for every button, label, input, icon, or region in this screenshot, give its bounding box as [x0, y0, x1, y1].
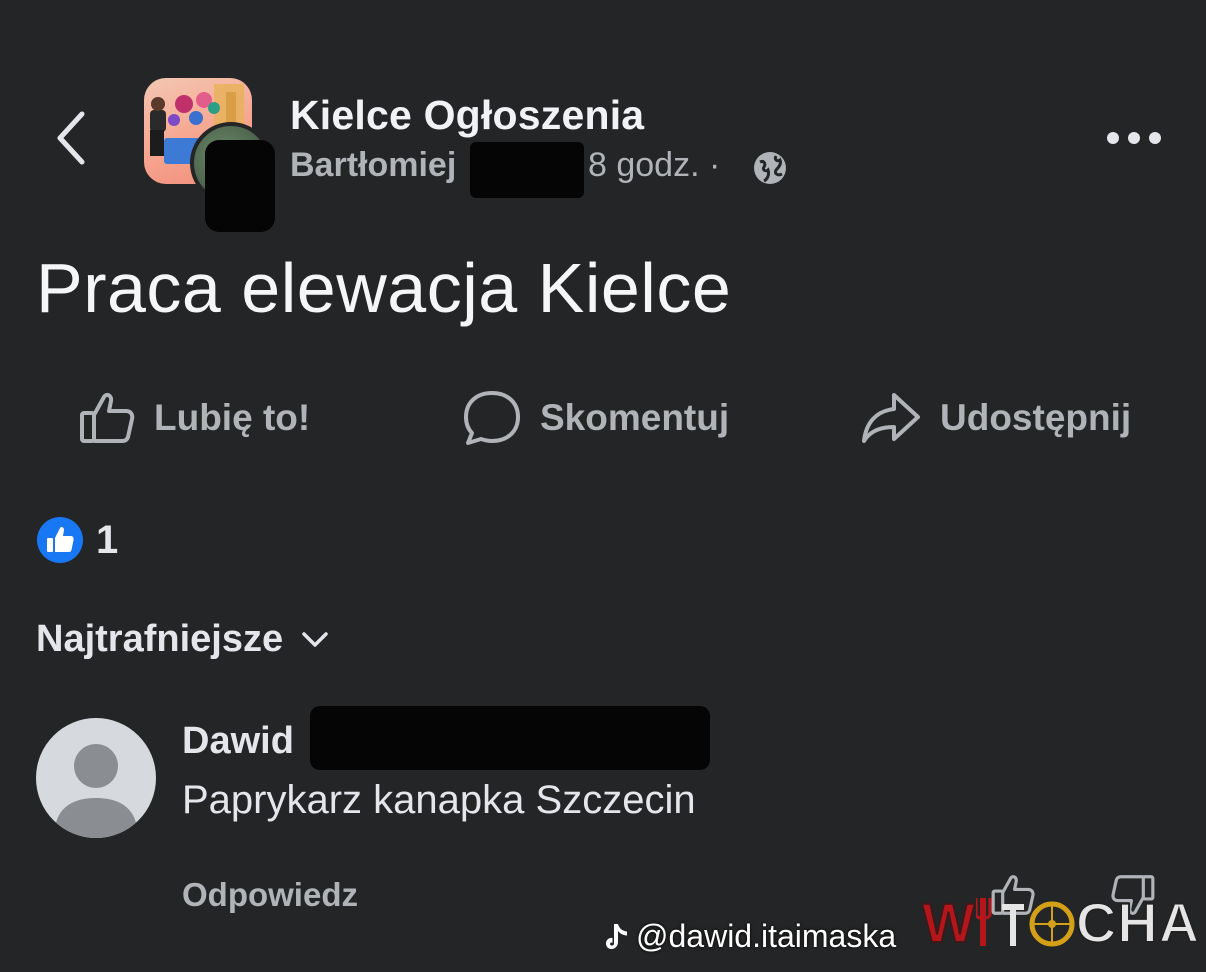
- commenter-name[interactable]: Dawid: [182, 720, 294, 763]
- redaction-block: [470, 142, 584, 198]
- post-author[interactable]: Bartłomiej: [290, 146, 456, 185]
- default-avatar-icon: [54, 744, 138, 838]
- redaction-block: [205, 140, 275, 232]
- like-button[interactable]: Lubię to!: [78, 388, 310, 448]
- comment-button[interactable]: Skomentuj: [462, 388, 729, 448]
- post-timestamp: 8 godz. ·: [588, 146, 721, 184]
- tiktok-watermark: @dawid.itaimaska: [604, 918, 896, 955]
- more-icon[interactable]: [1104, 124, 1164, 152]
- comment-label: Skomentuj: [540, 397, 730, 438]
- reply-button[interactable]: Odpowiedz: [182, 876, 358, 914]
- like-reaction-icon[interactable]: [36, 516, 84, 564]
- sort-label: Najtrafniejsze: [36, 618, 284, 660]
- redaction-block: [310, 706, 710, 770]
- commenter-avatar[interactable]: [36, 718, 156, 838]
- comment-bubble-icon: [464, 391, 520, 445]
- share-arrow-icon: [862, 393, 920, 443]
- tiktok-icon: [606, 923, 627, 949]
- witocha-logo: W CHA: [921, 890, 1201, 955]
- thumbs-up-icon: [80, 392, 135, 443]
- globe-icon: [754, 152, 786, 184]
- post-title: Praca elewacja Kielce: [36, 249, 732, 327]
- group-name[interactable]: Kielce Ogłoszenia: [290, 92, 644, 139]
- chevron-down-icon: [302, 631, 328, 647]
- author-name[interactable]: Bartłomiej: [290, 146, 456, 184]
- logo-fork-wheel-icon: [974, 898, 1075, 947]
- tiktok-handle: @dawid.itaimaska: [636, 918, 897, 954]
- comment-sort-dropdown[interactable]: Najtrafniejsze: [36, 618, 329, 661]
- share-button[interactable]: Udostępnij: [860, 388, 1131, 448]
- reaction-count[interactable]: 1: [96, 518, 118, 563]
- like-label: Lubię to!: [154, 397, 311, 438]
- back-arrow-icon[interactable]: [52, 108, 92, 168]
- comment-text: Paprykarz kanapka Szczecin: [182, 778, 696, 822]
- share-label: Udostępnij: [940, 397, 1132, 438]
